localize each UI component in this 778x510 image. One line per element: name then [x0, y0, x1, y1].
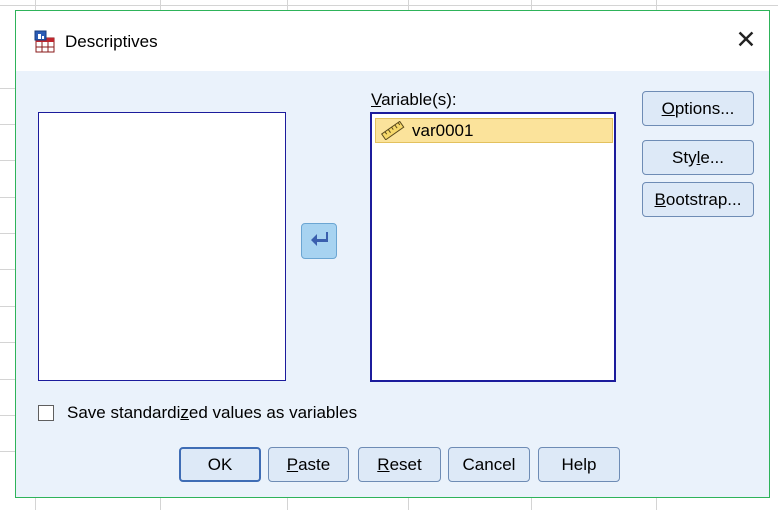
grid-line	[0, 88, 16, 89]
ok-label: OK	[207, 454, 233, 474]
reset-button[interactable]: Reset	[358, 447, 441, 482]
grid-line	[0, 269, 16, 270]
standardize-label-mnemonic: z	[180, 403, 189, 422]
grid-line	[0, 233, 16, 234]
variables-label-rest: ariable(s):	[381, 90, 457, 109]
style-button[interactable]: Sty l e...	[642, 140, 754, 175]
dialog-title: Descriptives	[65, 32, 158, 51]
paste-button[interactable]: Paste	[268, 447, 349, 482]
variables-list[interactable]: var0001	[370, 112, 616, 382]
options-button[interactable]: Options...	[642, 91, 754, 126]
grid-line	[0, 415, 16, 416]
paste-label-mnemonic: P	[286, 454, 299, 474]
help-button[interactable]: Help	[538, 447, 620, 482]
cancel-label: Cancel	[462, 454, 516, 474]
help-label: Help	[561, 454, 597, 474]
ok-button[interactable]: OK	[179, 447, 261, 482]
cancel-button[interactable]: Cancel	[448, 447, 530, 482]
standardize-checkbox[interactable]	[38, 405, 54, 421]
reset-label-after: eset	[389, 454, 422, 474]
grid-line	[0, 197, 16, 198]
bootstrap-button[interactable]: Bootstrap...	[642, 182, 754, 217]
source-variable-list[interactable]	[38, 112, 286, 381]
title-bar[interactable]: Descriptives ✕	[16, 11, 769, 71]
bootstrap-label-mnemonic: B	[654, 189, 666, 209]
close-icon: ✕	[735, 26, 757, 54]
grid-line	[0, 124, 16, 125]
grid-line	[0, 342, 16, 343]
reset-label-mnemonic: R	[377, 454, 390, 474]
variable-name: var0001	[412, 121, 474, 140]
options-label-after: ptions...	[674, 98, 735, 118]
grid-line	[0, 379, 16, 380]
variables-label-mnemonic: V	[371, 90, 382, 109]
bootstrap-label-after: ootstrap...	[665, 189, 742, 209]
ruler-icon	[380, 120, 405, 141]
style-label-after: e...	[700, 147, 724, 167]
style-label-before: Sty	[672, 147, 697, 167]
descriptives-app-icon	[33, 30, 57, 54]
grid-line	[0, 5, 778, 6]
standardize-label-after: ed values as variables	[188, 403, 358, 422]
grid-line	[0, 160, 16, 161]
descriptives-dialog: Descriptives ✕ Variable(s): var0001 O pt…	[15, 10, 770, 498]
move-variable-button[interactable]	[301, 223, 337, 259]
paste-label-after: aste	[298, 454, 331, 474]
standardize-label-before: Save standardi	[67, 403, 181, 422]
standardize-label: Save standardized values as variables	[67, 403, 357, 423]
close-button[interactable]: ✕	[723, 17, 769, 63]
variables-label: Variable(s):	[371, 90, 457, 110]
grid-line	[0, 451, 16, 452]
options-label-mnemonic: O	[661, 98, 675, 118]
arrow-left-icon	[309, 230, 329, 253]
list-item[interactable]: var0001	[375, 118, 613, 143]
grid-line	[0, 306, 16, 307]
